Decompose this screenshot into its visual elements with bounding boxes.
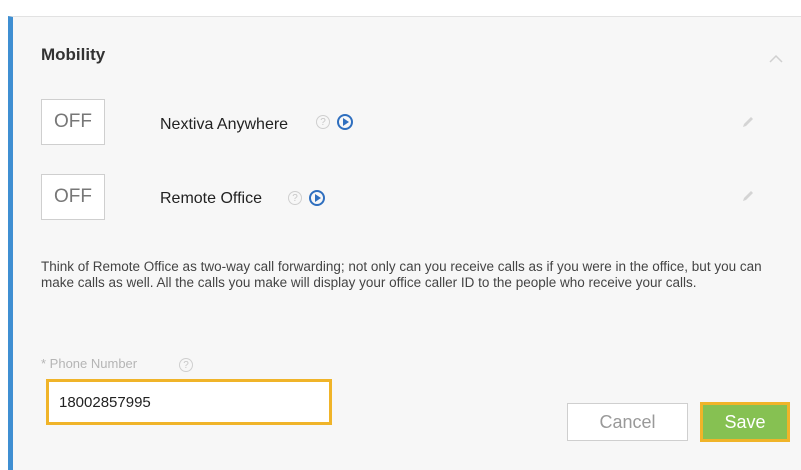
remote-office-description: Think of Remote Office as two-way call f… bbox=[41, 259, 762, 290]
section-title: Mobility bbox=[41, 45, 106, 64]
play-video-icon[interactable] bbox=[337, 114, 353, 130]
chevron-up-icon[interactable] bbox=[769, 53, 783, 63]
save-button[interactable]: Save bbox=[700, 402, 790, 442]
remote-office-toggle[interactable]: OFF bbox=[41, 174, 105, 220]
mobility-panel: Mobility OFF Nextiva Anywhere ? OFF Remo… bbox=[8, 16, 801, 470]
cancel-button[interactable]: Cancel bbox=[567, 403, 688, 441]
play-video-icon[interactable] bbox=[309, 190, 325, 206]
help-icon[interactable]: ? bbox=[179, 358, 193, 372]
nextiva-anywhere-label: Nextiva Anywhere bbox=[160, 116, 289, 133]
pencil-edit-icon[interactable] bbox=[741, 115, 755, 129]
nextiva-anywhere-toggle[interactable]: OFF bbox=[41, 99, 105, 145]
remote-office-label: Remote Office bbox=[160, 190, 262, 207]
phone-number-label: * Phone Number bbox=[41, 356, 138, 371]
phone-number-input[interactable] bbox=[46, 379, 332, 425]
help-icon[interactable]: ? bbox=[316, 115, 330, 129]
help-icon[interactable]: ? bbox=[288, 191, 302, 205]
pencil-edit-icon[interactable] bbox=[741, 189, 755, 203]
